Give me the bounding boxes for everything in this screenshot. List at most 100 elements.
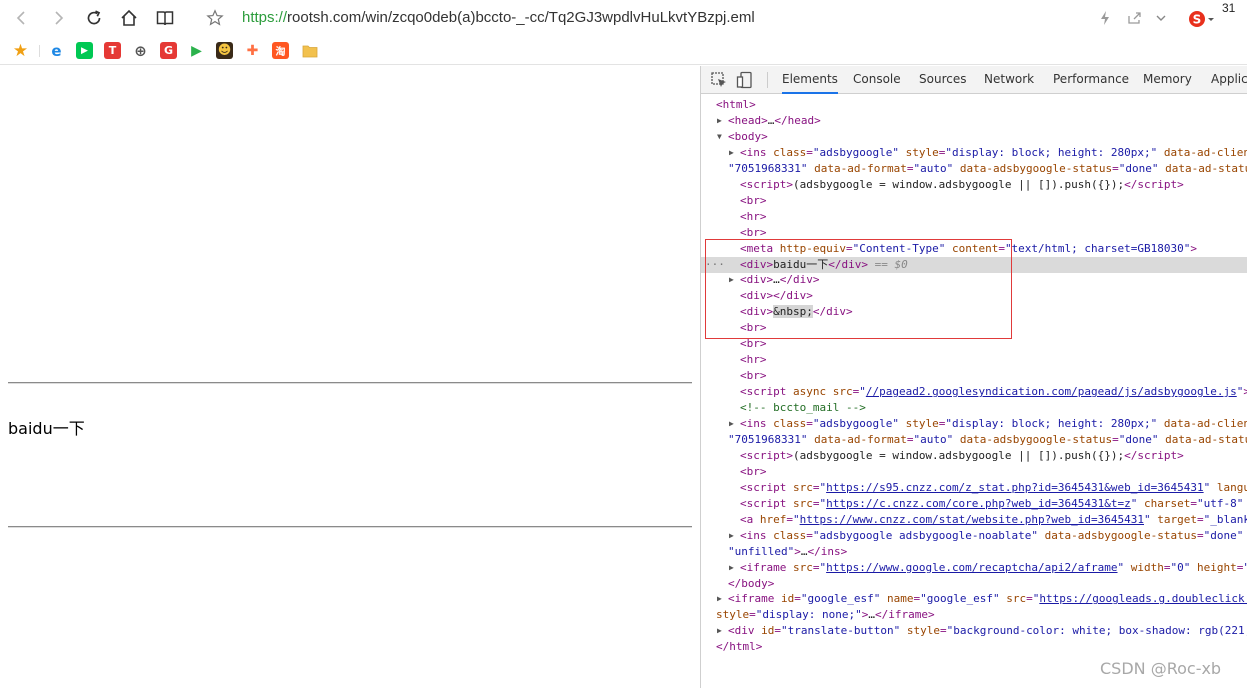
dom-node-row[interactable]: <script src="https://s95.cnzz.com/z_stat…: [701, 480, 1247, 496]
dom-node-row[interactable]: </html>: [701, 639, 1247, 655]
dom-node-row[interactable]: </body>: [701, 576, 1247, 592]
dom-node-row[interactable]: ▶ <iframe id="google_esf" name="google_es…: [701, 591, 1247, 607]
gamepad-icon[interactable]: ✚: [244, 42, 261, 59]
dom-node-row[interactable]: <meta http-equiv="Content-Type" content=…: [701, 241, 1247, 257]
dom-node-row[interactable]: ▶ <div id="translate-button" style="backg…: [701, 623, 1247, 639]
tab-memory[interactable]: Memory: [1143, 66, 1192, 94]
game-g-icon[interactable]: G: [160, 42, 177, 59]
star-icon[interactable]: [203, 6, 227, 30]
tab-separator: [767, 72, 768, 88]
dom-node-row[interactable]: <br>: [701, 368, 1247, 384]
dom-node-row[interactable]: "7051968331" data-ad-format="auto" data-…: [701, 432, 1247, 448]
dom-node-row[interactable]: "7051968331" data-ad-format="auto" data-…: [701, 161, 1247, 177]
dom-node-text: <div>…</div>: [740, 273, 820, 287]
dom-node-row[interactable]: ▶ <ins class="adsbygoogle" style="display…: [701, 416, 1247, 432]
dom-node-text: <script src="https://c.cnzz.com/core.php…: [740, 496, 1244, 510]
dom-node-row[interactable]: <br>: [701, 225, 1247, 241]
collapse-triangle-icon[interactable]: ▼: [717, 129, 726, 145]
dom-node-row[interactable]: <script src="https://c.cnzz.com/core.php…: [701, 496, 1247, 512]
dom-node-row[interactable]: ▼ <body>: [701, 129, 1247, 145]
dom-node-row[interactable]: <hr>: [701, 352, 1247, 368]
dom-node-text: <script src="https://s95.cnzz.com/z_stat…: [740, 480, 1247, 494]
dom-node-text: "7051968331" data-ad-format="auto" data-…: [728, 432, 1247, 446]
devtools-tab-bar: Elements Console Sources Network Perform…: [701, 66, 1247, 94]
dom-node-row[interactable]: <div></div>: [701, 288, 1247, 304]
lightning-icon[interactable]: [1097, 8, 1113, 28]
address-bar[interactable]: https://rootsh.com/win/zcqo0deb(a)bccto-…: [242, 9, 755, 26]
dom-node-row[interactable]: <html>: [701, 97, 1247, 113]
favorites-star-icon[interactable]: ★: [12, 41, 29, 61]
dom-node-row[interactable]: <script async src="//pagead2.googlesyndi…: [701, 384, 1247, 400]
dom-node-text: <div id="translate-button" style="backgr…: [728, 624, 1247, 638]
tab-performance[interactable]: Performance: [1053, 66, 1129, 94]
dom-node-row[interactable]: ▶ <head>…</head>: [701, 113, 1247, 129]
iqiyi-icon[interactable]: ▶: [76, 42, 93, 59]
expand-triangle-icon[interactable]: ▶: [729, 416, 738, 432]
dom-node-row[interactable]: style="display: none;">…</iframe>: [701, 607, 1247, 623]
expand-triangle-icon[interactable]: ▶: [729, 560, 738, 576]
dom-node-text: <div>&nbsp;</div>: [740, 305, 853, 319]
dom-node-row[interactable]: ▶ <ins class="adsbygoogle" style="display…: [701, 145, 1247, 161]
back-icon[interactable]: [10, 6, 34, 30]
ie-icon[interactable]: e: [48, 42, 65, 60]
tab-network[interactable]: Network: [984, 66, 1034, 94]
dom-node-row[interactable]: ▶ <div>…</div>: [701, 272, 1247, 288]
browser-toolbar: https://rootsh.com/win/zcqo0deb(a)bccto-…: [0, 0, 1247, 37]
toutiao-icon[interactable]: T: [104, 42, 121, 59]
expand-triangle-icon[interactable]: ▶: [729, 145, 738, 161]
bookmarks-bar: ★ e ▶ T ⊕ G ▶ ☻ ✚ 淘: [0, 37, 1247, 65]
dom-node-row[interactable]: ▶ <iframe src="https://www.google.com/rec…: [701, 560, 1247, 576]
dom-node-row[interactable]: "unfilled">…</ins>: [701, 544, 1247, 560]
dom-node-text: "unfilled">…</ins>: [728, 544, 848, 558]
dom-node-row[interactable]: <div>&nbsp;</div>: [701, 304, 1247, 320]
dom-node-text: <br>: [740, 464, 767, 478]
reader-icon[interactable]: [153, 6, 177, 30]
dom-node-text: <br>: [740, 225, 767, 239]
tab-console[interactable]: Console: [853, 66, 901, 94]
expand-triangle-icon[interactable]: ▶: [717, 113, 726, 129]
dom-node-text: <head>…</head>: [728, 113, 821, 127]
dom-node-text: <script async src="//pagead2.googlesyndi…: [740, 385, 1247, 399]
globe-icon[interactable]: ⊕: [132, 42, 149, 60]
taobao-icon[interactable]: 淘: [272, 42, 289, 59]
tab-application[interactable]: Applica: [1211, 66, 1247, 94]
video-play-icon[interactable]: ▶: [188, 42, 205, 59]
web-page-content: baidu一下: [0, 66, 700, 688]
tab-sources[interactable]: Sources: [919, 66, 966, 94]
expand-triangle-icon[interactable]: ▶: [729, 528, 738, 544]
dom-node-row[interactable]: <hr>: [701, 209, 1247, 225]
dom-node-row[interactable]: <script>(adsbygoogle = window.adsbygoogl…: [701, 448, 1247, 464]
dom-node-text: <!-- bccto_mail -->: [740, 401, 866, 415]
dom-node-row[interactable]: <br>: [701, 464, 1247, 480]
forward-icon[interactable]: [46, 6, 70, 30]
home-icon[interactable]: [117, 6, 141, 30]
dom-node-row-selected[interactable]: ··· <div>baidu一下</div> == $0: [701, 256, 1247, 273]
sogou-icon[interactable]: S: [1188, 8, 1216, 30]
expand-triangle-icon[interactable]: ▶: [717, 623, 726, 639]
more-options-icon[interactable]: ···: [705, 257, 725, 273]
bookmark-divider: [39, 45, 40, 57]
dom-node-row[interactable]: <br>: [701, 193, 1247, 209]
chevron-down-icon[interactable]: [1153, 8, 1169, 28]
inspect-element-icon[interactable]: [710, 71, 728, 89]
device-toolbar-icon[interactable]: [736, 71, 754, 89]
dom-node-row[interactable]: ▶ <ins class="adsbygoogle adsbygoogle-noa…: [701, 528, 1247, 544]
game-face-icon[interactable]: ☻: [216, 42, 233, 59]
svg-text:S: S: [1193, 13, 1202, 27]
dom-node-row[interactable]: <br>: [701, 336, 1247, 352]
expand-triangle-icon[interactable]: ▶: [717, 591, 726, 607]
tab-elements[interactable]: Elements: [782, 66, 838, 94]
reload-icon[interactable]: [82, 6, 106, 30]
share-icon[interactable]: [1125, 8, 1143, 28]
expand-triangle-icon[interactable]: ▶: [729, 272, 738, 288]
elements-tree[interactable]: <html> ▶ <head>…</head> ▼ <body> ▶ <ins class=…: [701, 95, 1247, 688]
dom-node-row[interactable]: <br>: [701, 320, 1247, 336]
folder-icon[interactable]: [301, 42, 318, 59]
dom-node-text: <br>: [740, 321, 767, 335]
dom-node-text: <script>(adsbygoogle = window.adsbygoogl…: [740, 448, 1184, 462]
dom-node-text: <html>: [716, 98, 756, 111]
dom-node-row[interactable]: <script>(adsbygoogle = window.adsbygoogl…: [701, 177, 1247, 193]
dom-node-row[interactable]: <a href="https://www.cnzz.com/stat/websi…: [701, 512, 1247, 528]
dom-node-row[interactable]: <!-- bccto_mail -->: [701, 400, 1247, 416]
dom-node-text: style="display: none;">…</iframe>: [716, 608, 935, 622]
